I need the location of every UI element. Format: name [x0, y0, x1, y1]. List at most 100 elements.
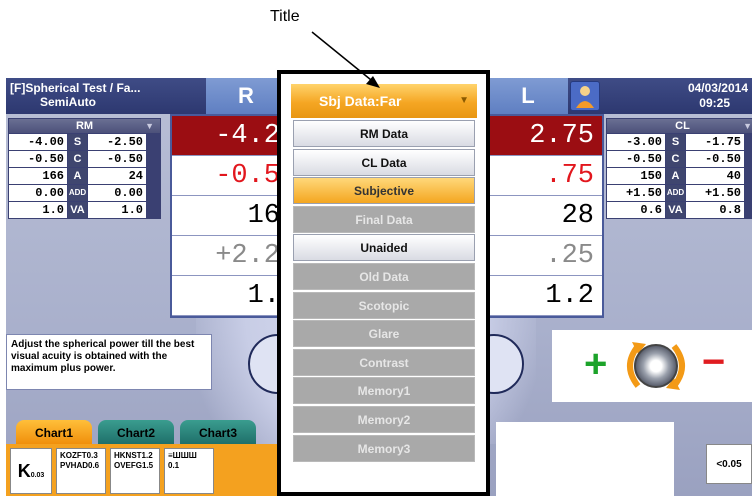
rm-data-table[interactable]: RM ▼ -4.00 S -2.50 -0.50 C -0.50 166 A 24 0.00 ADD…: [8, 118, 161, 219]
chart-cell[interactable]: KOZFT0.3 PVHAD0.6: [56, 448, 106, 494]
table-cell-right: 40: [686, 168, 744, 184]
table-cell-right: -2.50: [88, 134, 146, 150]
right-va-value[interactable]: 1.: [172, 276, 288, 316]
user-button[interactable]: [570, 81, 600, 111]
title-callout-label: Title: [270, 8, 300, 25]
table-cell-right: 0.00: [88, 185, 146, 201]
tab-chart1[interactable]: Chart1: [16, 420, 92, 444]
dropdown-item-memory2: Memory2: [293, 405, 475, 433]
table-cell-right: 1.0: [88, 202, 146, 218]
left-va-value[interactable]: 1.2: [486, 276, 602, 316]
dropdown-item-scotopic: Scotopic: [293, 291, 475, 319]
table-row-tag: S: [68, 134, 87, 150]
dropdown-item-memory3: Memory3: [293, 434, 475, 462]
right-cyl-value[interactable]: -0.5: [172, 156, 288, 196]
table-cell-right: 24: [88, 168, 146, 184]
table-cell-left: -3.00: [607, 134, 665, 150]
chart-cell-line: HKNST1.2: [114, 451, 153, 460]
time-text: 09:25: [699, 96, 730, 110]
test-mode-subtitle: SemiAuto: [40, 95, 97, 109]
table-cell-left: 1.0: [9, 202, 67, 218]
table-cell-left: 150: [607, 168, 665, 184]
test-mode-title: [F]Spherical Test / Fa...: [10, 81, 141, 95]
minus-icon[interactable]: −: [702, 340, 725, 384]
chart-cell-line: KOZFT0.3: [60, 451, 98, 460]
left-cyl-value[interactable]: .75: [486, 156, 602, 196]
right-add-value[interactable]: +2.2: [172, 236, 288, 276]
dial-panel: + −: [552, 330, 752, 402]
dropdown-list: RM Data CL Data Subjective Final Data Unaide…: [293, 120, 475, 463]
table-row[interactable]: -0.50 C -0.50: [9, 151, 160, 167]
table-row-tag: A: [666, 168, 685, 184]
chart-tabs: Chart1 Chart2 Chart3: [16, 420, 262, 444]
chart-cell-line: PVHAD0.6: [60, 461, 100, 470]
rm-table-header[interactable]: RM ▼: [9, 119, 160, 133]
date-time: 04/03/2014 09:25: [688, 81, 748, 111]
table-row-tag: VA: [666, 202, 685, 218]
right-axis-value[interactable]: 16: [172, 196, 288, 236]
dropdown-item-old-data: Old Data: [293, 262, 475, 290]
table-row[interactable]: -0.50 C -0.50: [607, 151, 752, 167]
table-row[interactable]: -4.00 S -2.50: [9, 134, 160, 150]
table-row[interactable]: +1.50 ADD +1.50: [607, 185, 752, 201]
table-row[interactable]: 1.0 VA 1.0: [9, 202, 160, 218]
chart-cell-line: OVEFG1.5: [114, 461, 154, 470]
table-cell-left: +1.50: [607, 185, 665, 201]
left-axis-value[interactable]: 28: [486, 196, 602, 236]
table-cell-right: -0.50: [686, 151, 744, 167]
right-eye-button[interactable]: R: [206, 78, 286, 114]
left-eye-values: 2.75 .75 28 .25 1.2: [484, 114, 604, 318]
dropdown-item-subjective[interactable]: Subjective: [293, 177, 475, 205]
chart-cell-k[interactable]: K0.03: [10, 448, 52, 494]
table-row[interactable]: 150 A 40: [607, 168, 752, 184]
dropdown-item-final-data: Final Data: [293, 205, 475, 233]
table-cell-right: -0.50: [88, 151, 146, 167]
table-row-tag: ADD: [68, 185, 87, 201]
table-row[interactable]: 0.6 VA 0.8: [607, 202, 752, 218]
table-row[interactable]: 166 A 24: [9, 168, 160, 184]
chart-cell-k-va: 0.03: [30, 472, 45, 479]
table-row-tag: ADD: [666, 185, 685, 201]
dropdown-item-unaided[interactable]: Unaided: [293, 234, 475, 262]
table-row-tag: A: [68, 168, 87, 184]
test-mode-label[interactable]: [F]Spherical Test / Fa... SemiAuto: [10, 81, 140, 109]
left-eye-button[interactable]: L: [488, 78, 568, 114]
dropdown-item-glare: Glare: [293, 320, 475, 348]
cl-table-header[interactable]: CL ▼: [607, 119, 752, 133]
user-icon: [576, 86, 594, 108]
dial-knob-icon[interactable]: [634, 344, 678, 388]
tab-chart2[interactable]: Chart2: [98, 420, 174, 444]
tab-chart3[interactable]: Chart3: [180, 420, 256, 444]
dropdown-title-text: Sbj Data:Far: [319, 93, 402, 109]
table-cell-left: -0.50: [9, 151, 67, 167]
va-button[interactable]: <0.05: [706, 444, 752, 484]
table-cell-left: 166: [9, 168, 67, 184]
chevron-down-icon: ▼: [145, 121, 154, 131]
plus-icon[interactable]: +: [584, 342, 607, 386]
chart-strip: K0.03 KOZFT0.3 PVHAD0.6 HKNST1.2 OVEFG1.…: [6, 444, 296, 496]
rm-table-title: RM: [75, 120, 94, 132]
dropdown-item-rm-data[interactable]: RM Data: [293, 120, 475, 147]
right-eye-values: -4.2 -0.5 16 +2.2 1.: [170, 114, 290, 318]
chart-cell-k-letter: K: [17, 461, 31, 481]
table-cell-right: -1.75: [686, 134, 744, 150]
chart-cell[interactable]: ≡ШШШ 0.1: [164, 448, 214, 494]
dropdown-item-cl-data[interactable]: CL Data: [293, 148, 475, 176]
left-add-value[interactable]: .25: [486, 236, 602, 276]
table-row[interactable]: 0.00 ADD 0.00: [9, 185, 160, 201]
table-row-tag: C: [666, 151, 685, 167]
right-sph-value[interactable]: -4.2: [172, 116, 288, 156]
chart-cell[interactable]: HKNST1.2 OVEFG1.5: [110, 448, 160, 494]
table-cell-right: 0.8: [686, 202, 744, 218]
cl-table-title: CL: [675, 120, 690, 132]
table-row-tag: S: [666, 134, 685, 150]
dropdown-title-button[interactable]: Sbj Data:Far ▼: [291, 84, 477, 118]
cl-data-table[interactable]: CL ▼ -3.00 S -1.75 -0.50 C -0.50 150 A 40 +1.50 AD…: [606, 118, 752, 219]
table-cell-left: 0.00: [9, 185, 67, 201]
dropdown-item-contrast: Contrast: [293, 348, 475, 376]
table-row[interactable]: -3.00 S -1.75: [607, 134, 752, 150]
table-cell-left: -4.00: [9, 134, 67, 150]
left-sph-value[interactable]: 2.75: [486, 116, 602, 156]
chevron-down-icon: ▼: [743, 121, 752, 131]
chart-cell-line: ≡ШШШ 0.1: [168, 451, 197, 470]
